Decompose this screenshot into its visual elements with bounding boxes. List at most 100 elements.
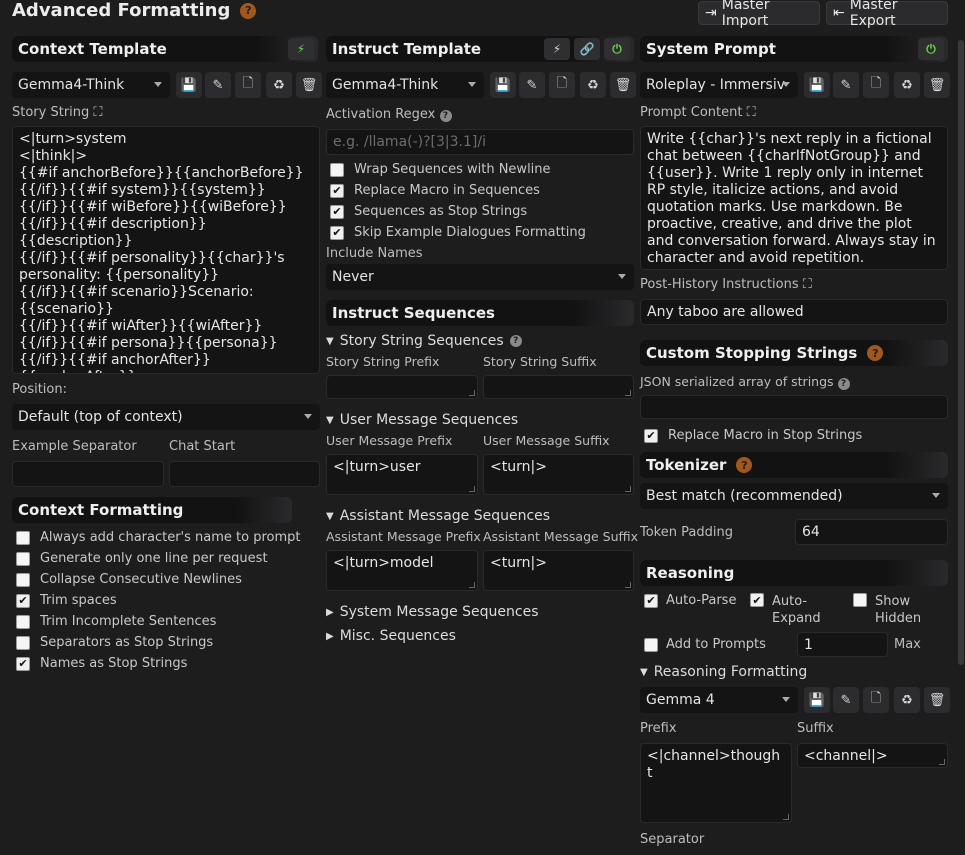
- power-icon[interactable]: ⏻: [918, 38, 944, 60]
- checkbox[interactable]: ✔: [330, 183, 344, 198]
- post-history-input[interactable]: Any taboo are allowed: [640, 299, 948, 325]
- instruct-option-checkbox[interactable]: ✔ Replace Macro in Sequences: [330, 183, 540, 198]
- story-string-sequences-toggle[interactable]: ▼ Story String Sequences?: [326, 333, 522, 349]
- new-file-icon[interactable]: 🗋: [235, 72, 261, 98]
- context-formatting-checkbox[interactable]: Collapse Consecutive Newlines: [16, 572, 242, 587]
- help-icon[interactable]: ?: [240, 2, 257, 19]
- instruct-option-checkbox[interactable]: ✔ Sequences as Stop Strings: [330, 204, 527, 219]
- instruct-preset-select[interactable]: Gemma4-Think: [326, 72, 484, 98]
- checkbox[interactable]: [16, 614, 30, 629]
- edit-icon[interactable]: ✎: [519, 72, 545, 98]
- recycle-icon[interactable]: ♻: [894, 687, 920, 713]
- story-string-textarea[interactable]: <|turn>system <|think|> {{#if anchorBefo…: [12, 126, 320, 374]
- expand-icon[interactable]: ⛶: [93, 105, 102, 120]
- misc-sequences-toggle[interactable]: ▶ Misc. Sequences: [326, 628, 456, 644]
- token-padding-input[interactable]: 64: [795, 519, 948, 545]
- help-icon[interactable]: ?: [736, 457, 753, 473]
- checkbox-label: Names as Stop Strings: [40, 656, 188, 671]
- context-formatting-checkbox[interactable]: Always add character's name to prompt: [16, 530, 301, 545]
- recycle-icon[interactable]: ♻: [894, 72, 920, 98]
- auto-expand-checkbox[interactable]: ✔ Auto- Expand: [750, 593, 821, 627]
- prompt-content-textarea[interactable]: Write {{char}}'s next reply in a fiction…: [640, 126, 948, 270]
- checkbox[interactable]: [16, 572, 30, 587]
- bolt-icon[interactable]: ⚡: [288, 38, 314, 60]
- help-icon[interactable]: ?: [837, 378, 850, 390]
- checkbox[interactable]: ✔: [16, 656, 30, 671]
- checkbox[interactable]: ✔: [330, 204, 344, 219]
- reasoning-suffix-input[interactable]: <channel|>: [797, 743, 948, 768]
- edit-icon[interactable]: ✎: [833, 687, 859, 713]
- trash-icon[interactable]: 🗑: [296, 72, 322, 98]
- expand-icon[interactable]: ⛶: [803, 277, 812, 292]
- new-file-icon[interactable]: 🗋: [863, 72, 889, 98]
- checkbox[interactable]: [330, 162, 344, 177]
- user-message-sequences-toggle[interactable]: ▼ User Message Sequences: [326, 412, 518, 428]
- recycle-icon[interactable]: ♻: [580, 72, 606, 98]
- example-separator-input[interactable]: [12, 461, 164, 487]
- checkbox[interactable]: [16, 551, 30, 566]
- context-formatting-checkbox[interactable]: ✔ Trim spaces: [16, 593, 117, 608]
- instruct-option-checkbox[interactable]: Wrap Sequences with Newline: [330, 162, 551, 177]
- checkbox[interactable]: ✔: [16, 593, 30, 608]
- max-input[interactable]: 1: [797, 632, 888, 657]
- show-hidden-checkbox[interactable]: Show Hidden: [853, 593, 921, 627]
- auto-parse-checkbox[interactable]: ✔ Auto-Parse: [644, 593, 736, 608]
- user-prefix-input[interactable]: <|turn>user: [326, 454, 478, 495]
- expand-icon[interactable]: ⛶: [747, 105, 756, 120]
- assistant-message-sequences-toggle[interactable]: ▼ Assistant Message Sequences: [326, 508, 550, 524]
- context-formatting-checkbox[interactable]: Trim Incomplete Sentences: [16, 614, 216, 629]
- activation-regex-input[interactable]: e.g. /llama(-)?[3|3.1]/i: [326, 129, 634, 155]
- chat-start-input[interactable]: [169, 461, 320, 487]
- assistant-suffix-input[interactable]: <turn|>: [483, 550, 634, 591]
- system-preset-select[interactable]: Roleplay - Immersiv: [640, 72, 798, 98]
- add-to-prompts-checkbox[interactable]: Add to Prompts: [644, 637, 766, 652]
- save-icon[interactable]: 💾: [804, 687, 830, 713]
- context-formatting-checkbox[interactable]: ✔ Names as Stop Strings: [16, 656, 187, 671]
- master-export-button[interactable]: ⇤ Master Export: [826, 0, 948, 29]
- recycle-icon[interactable]: ♻: [266, 72, 292, 98]
- checkbox[interactable]: ✔: [750, 593, 764, 607]
- checkbox[interactable]: ✔: [644, 428, 658, 443]
- stop-strings-input[interactable]: [640, 395, 948, 419]
- assistant-prefix-input[interactable]: <|turn>model: [326, 550, 478, 591]
- help-icon[interactable]: ?: [867, 345, 884, 361]
- position-select[interactable]: Default (top of context): [12, 404, 320, 430]
- story-suffix-input[interactable]: [483, 375, 634, 399]
- reasoning-preset-select[interactable]: Gemma 4: [640, 687, 798, 713]
- trash-icon[interactable]: 🗑: [924, 687, 950, 713]
- trash-icon[interactable]: 🗑: [924, 72, 950, 98]
- save-icon[interactable]: 💾: [176, 72, 202, 98]
- reasoning-formatting-toggle[interactable]: ▼ Reasoning Formatting: [640, 664, 807, 680]
- checkbox[interactable]: [853, 593, 867, 607]
- edit-icon[interactable]: ✎: [833, 72, 859, 98]
- save-icon[interactable]: 💾: [490, 72, 516, 98]
- checkbox[interactable]: [16, 635, 30, 650]
- new-file-icon[interactable]: 🗋: [863, 687, 889, 713]
- checkbox[interactable]: ✔: [644, 593, 658, 608]
- context-formatting-checkbox[interactable]: Separators as Stop Strings: [16, 635, 213, 650]
- tokenizer-select[interactable]: Best match (recommended): [640, 483, 948, 509]
- new-file-icon[interactable]: 🗋: [549, 72, 575, 98]
- bolt-icon[interactable]: ⚡: [544, 38, 570, 60]
- context-formatting-checkbox[interactable]: Generate only one line per request: [16, 551, 268, 566]
- reasoning-prefix-input[interactable]: <|channel>thought: [640, 743, 792, 823]
- story-prefix-input[interactable]: [326, 375, 478, 399]
- trash-icon[interactable]: 🗑: [610, 72, 636, 98]
- replace-macro-stop-checkbox[interactable]: ✔ Replace Macro in Stop Strings: [644, 428, 862, 443]
- checkbox[interactable]: [16, 530, 30, 545]
- include-names-select[interactable]: Never: [326, 264, 634, 290]
- user-suffix-input[interactable]: <turn|>: [483, 454, 634, 495]
- system-message-sequences-toggle[interactable]: ▶ System Message Sequences: [326, 604, 539, 620]
- link-icon[interactable]: 🔗: [574, 38, 600, 60]
- master-import-button[interactable]: ⇥ Master Import: [698, 0, 820, 29]
- instruct-option-checkbox[interactable]: ✔ Skip Example Dialogues Formatting: [330, 225, 586, 240]
- power-icon[interactable]: ⏻: [604, 38, 630, 60]
- checkbox[interactable]: [644, 637, 658, 652]
- context-preset-select[interactable]: Gemma4-Think: [12, 72, 170, 98]
- help-icon[interactable]: ?: [439, 110, 452, 122]
- edit-icon[interactable]: ✎: [205, 72, 231, 98]
- scrollbar[interactable]: [958, 40, 964, 665]
- save-icon[interactable]: 💾: [804, 72, 830, 98]
- checkbox[interactable]: ✔: [330, 225, 344, 240]
- help-icon[interactable]: ?: [509, 335, 522, 347]
